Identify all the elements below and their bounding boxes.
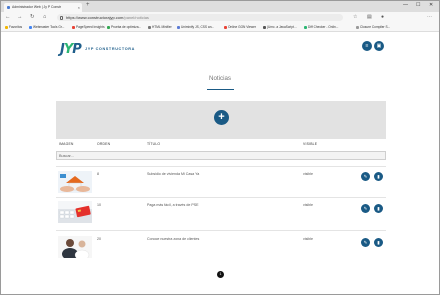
column-header-title: TÍTULO xyxy=(147,142,161,146)
forward-button[interactable]: → xyxy=(17,14,23,21)
pencil-icon: ✎ xyxy=(363,240,368,245)
bookmark-item[interactable]: Diff Checker - Onlin... xyxy=(304,23,338,32)
column-header-order: ORDEN xyxy=(97,142,111,146)
bookmark-item[interactable]: Webmaster Tools Gr... xyxy=(29,23,64,32)
edit-button[interactable]: ✎ xyxy=(361,204,370,213)
new-tab-button[interactable]: + xyxy=(86,2,90,8)
bookmark-icon xyxy=(107,25,110,29)
add-banner: + xyxy=(56,101,386,139)
minimize-button[interactable]: — xyxy=(403,2,408,8)
row-order: 8 xyxy=(97,172,99,176)
title-underline xyxy=(207,89,234,90)
tab-bar: Administrador Web | Jy P Constr × + — ☐ … xyxy=(1,1,439,12)
bookmark-item[interactable]: Closure Compiler S... xyxy=(356,23,390,32)
edit-button[interactable]: ✎ xyxy=(361,238,370,247)
row-order: 20 xyxy=(97,237,101,241)
bookmark-icon xyxy=(263,25,266,29)
column-header-visible: VISIBLE xyxy=(303,142,318,146)
home-button[interactable]: ⌂ xyxy=(43,14,46,21)
row-visible: visible xyxy=(303,203,313,207)
url-path: /panel/noticias xyxy=(123,15,149,20)
url-bar[interactable]: https://www.constructorajyp.com/panel/no… xyxy=(57,14,343,21)
delete-button[interactable]: ▮ xyxy=(374,238,383,247)
news-thumbnail xyxy=(58,236,92,258)
reload-button[interactable]: ↻ xyxy=(30,14,35,21)
pagination-page-button[interactable]: 1 xyxy=(217,271,224,278)
tab-close-icon[interactable]: × xyxy=(78,3,80,12)
menu-icon: ≡ xyxy=(365,43,369,49)
bookmark-item[interactable]: (Umc. a JavaScript... xyxy=(263,23,297,32)
menu-button[interactable]: ≡ xyxy=(362,41,372,51)
edit-button[interactable]: ✎ xyxy=(361,172,370,181)
user-icon: ▣ xyxy=(376,43,382,49)
bookmark-icon xyxy=(5,25,8,29)
profile-icon[interactable]: ● xyxy=(381,14,384,20)
lock-icon xyxy=(60,15,63,20)
pencil-icon: ✎ xyxy=(363,206,368,211)
add-news-button[interactable]: + xyxy=(214,110,229,125)
trash-icon: ▮ xyxy=(377,174,380,179)
tab-title: Administrador Web | Jy P Constr xyxy=(12,5,61,9)
delete-button[interactable]: ▮ xyxy=(374,204,383,213)
row-divider xyxy=(56,197,386,198)
news-thumbnail xyxy=(58,171,92,193)
close-window-button[interactable]: ✕ xyxy=(429,2,433,8)
collections-icon[interactable]: ▤ xyxy=(367,14,372,20)
bookmark-icon xyxy=(304,25,307,29)
row-divider xyxy=(56,166,386,167)
site-logo[interactable]: JYP JYP CONSTRUCTORA xyxy=(60,42,134,58)
bookmark-item[interactable]: Prueba de optimiza... xyxy=(107,23,141,32)
account-button[interactable]: ▣ xyxy=(374,41,384,51)
star-icon[interactable]: ☆ xyxy=(353,14,357,20)
bookmarks-bar: Favoritos Webmaster Tools Gr... PageSpee… xyxy=(1,23,439,32)
row-title: Conoce nuestra zona de clientes xyxy=(147,237,200,241)
row-title: Subsidio de vivienda Mi Casa Ya xyxy=(147,172,200,176)
url-domain: https://www.constructorajyp.com xyxy=(66,15,124,20)
browser-tab[interactable]: Administrador Web | Jy P Constr × xyxy=(4,3,82,12)
news-thumbnail xyxy=(58,201,92,223)
bookmark-icon xyxy=(29,25,32,29)
tab-favicon-icon xyxy=(7,6,10,9)
bookmark-icon xyxy=(148,25,151,29)
delete-button[interactable]: ▮ xyxy=(374,172,383,181)
bookmark-item[interactable]: Online GON Viewer xyxy=(224,23,256,32)
page-title: Noticias xyxy=(208,75,231,82)
back-button[interactable]: ← xyxy=(5,14,11,21)
address-toolbar: ← → ↻ ⌂ https://www.constructorajyp.com/… xyxy=(1,12,439,23)
bookmark-icon xyxy=(177,25,180,29)
bookmark-icon xyxy=(224,25,227,29)
maximize-button[interactable]: ☐ xyxy=(416,2,420,8)
row-title: Paga más fácil, a través de PSE xyxy=(147,203,199,207)
row-order: 10 xyxy=(97,203,101,207)
logo-mark: JYP xyxy=(60,42,82,57)
more-icon[interactable]: ⋯ xyxy=(427,14,432,20)
column-header-image: IMAGEN xyxy=(59,142,74,146)
bookmark-item[interactable]: Uniminify JS, CSS an... xyxy=(177,23,214,32)
row-divider xyxy=(56,230,386,231)
browser-window: Administrador Web | Jy P Constr × + — ☐ … xyxy=(0,0,440,295)
logo-text: JYP CONSTRUCTORA xyxy=(85,47,135,51)
row-visible: visible xyxy=(303,172,313,176)
trash-icon: ▮ xyxy=(377,240,380,245)
search-input[interactable]: Buscar... xyxy=(56,151,386,160)
row-visible: visible xyxy=(303,237,313,241)
bookmark-item[interactable]: PageSpeed Insights xyxy=(72,23,105,32)
bookmark-item[interactable]: HTML Minifier xyxy=(148,23,172,32)
bookmark-icon xyxy=(72,25,75,29)
trash-icon: ▮ xyxy=(377,206,380,211)
bookmark-icon xyxy=(356,25,359,29)
bookmark-item[interactable]: Favoritos xyxy=(5,23,22,32)
pencil-icon: ✎ xyxy=(363,174,368,179)
